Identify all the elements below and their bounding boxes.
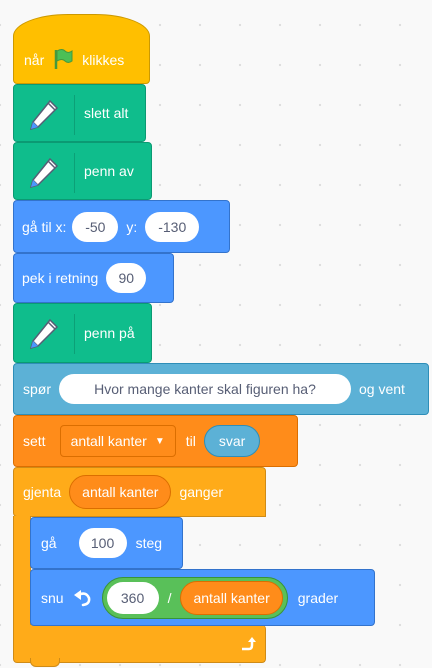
times-reporter[interactable]: antall kanter — [69, 475, 172, 509]
point-label: pek i retning — [22, 270, 99, 286]
pen-up-block[interactable]: penn av — [13, 142, 152, 200]
pen-down-label: penn på — [84, 325, 135, 341]
when-flag-clicked-block[interactable]: når klikkes — [13, 14, 150, 84]
steps-input[interactable]: 100 — [78, 528, 127, 558]
numerator-input[interactable]: 360 — [106, 581, 159, 614]
variable-name: antall kanter — [70, 433, 147, 449]
y-label: y: — [126, 218, 138, 235]
move-label: gå — [41, 535, 57, 551]
times-label: ganger — [179, 484, 224, 500]
denominator-reporter[interactable]: antall kanter — [180, 580, 283, 615]
to-label: til — [185, 433, 196, 449]
clicked-label: klikkes — [82, 52, 125, 68]
and-wait-label: og vent — [359, 381, 405, 397]
variable-dropdown[interactable]: antall kanter ▼ — [59, 425, 176, 457]
steps-label: steg — [135, 535, 163, 551]
degrees-label: grader — [297, 589, 339, 606]
turn-left-block[interactable]: snu 360 / antall kanter grader — [30, 569, 375, 626]
pen-clear-block[interactable]: slett alt — [13, 84, 146, 142]
move-steps-block[interactable]: gå 100 steg — [30, 517, 183, 569]
dropdown-arrow-icon: ▼ — [154, 435, 165, 447]
divide-label: / — [167, 589, 172, 606]
ask-label: spør — [23, 381, 51, 397]
repeat-tab — [30, 658, 60, 667]
x-input[interactable]: -50 — [72, 211, 119, 242]
pen-icon — [24, 95, 75, 135]
pen-up-label: penn av — [84, 163, 134, 179]
clear-label: slett alt — [84, 105, 129, 121]
loop-arrow-icon — [237, 633, 257, 656]
pen-down-block[interactable]: penn på — [13, 303, 152, 363]
repeat-label: gjenta — [23, 484, 62, 500]
pen-icon — [24, 314, 75, 354]
repeat-block[interactable]: gjenta antall kanter ganger — [13, 467, 266, 517]
goto-xy-block[interactable]: gå til x: -50 y: -130 — [13, 200, 230, 253]
set-label: sett — [23, 433, 46, 449]
y-input[interactable]: -130 — [145, 211, 200, 242]
set-variable-block[interactable]: sett antall kanter ▼ til svar — [13, 415, 298, 467]
when-label: når — [24, 52, 45, 68]
repeat-arm — [13, 516, 31, 626]
turn-left-icon — [72, 587, 94, 609]
green-flag-icon — [52, 48, 74, 73]
goto-label: gå til x: — [22, 218, 67, 235]
pen-icon — [24, 153, 75, 193]
answer-reporter[interactable]: svar — [203, 425, 261, 457]
ask-and-wait-block[interactable]: spør Hvor mange kanter skal figuren ha? … — [13, 363, 429, 415]
point-direction-block[interactable]: pek i retning 90 — [13, 253, 174, 303]
divide-operator-reporter[interactable]: 360 / antall kanter — [101, 576, 288, 619]
direction-input[interactable]: 90 — [106, 263, 147, 293]
question-input[interactable]: Hvor mange kanter skal figuren ha? — [59, 374, 351, 404]
turn-label: snu — [41, 589, 64, 606]
